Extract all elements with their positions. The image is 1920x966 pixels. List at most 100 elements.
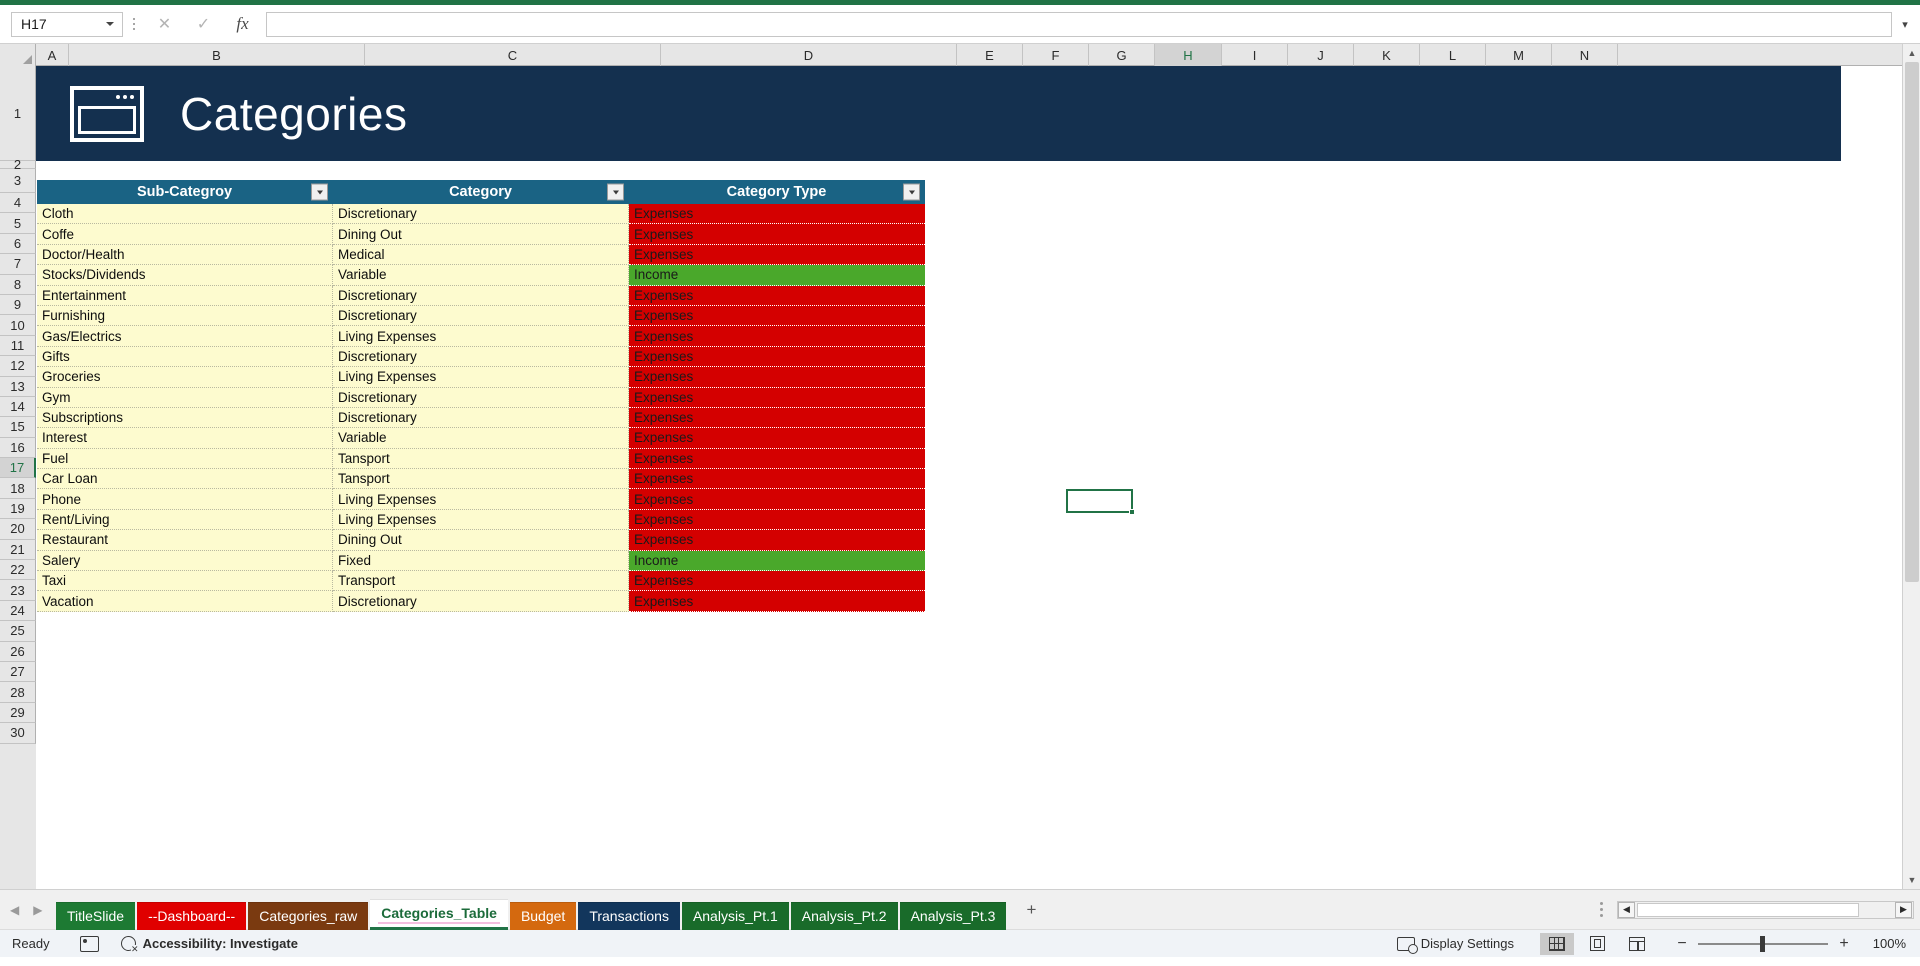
row-header-11[interactable]: 11 <box>0 335 36 357</box>
sub-category-cell[interactable]: Entertainment <box>37 285 333 306</box>
name-box[interactable]: H17 <box>11 11 123 37</box>
column-header-n[interactable]: N <box>1552 44 1618 66</box>
sub-category-cell[interactable]: Phone <box>37 489 333 510</box>
category-cell[interactable]: Tansport <box>333 448 629 470</box>
row-header-1[interactable]: 1 <box>0 66 36 161</box>
row-header-20[interactable]: 20 <box>0 519 36 540</box>
row-header-8[interactable]: 8 <box>0 274 36 295</box>
column-header-j[interactable]: J <box>1288 44 1354 66</box>
category-type-cell[interactable]: Income <box>629 550 925 572</box>
column-header-b[interactable]: B <box>69 44 365 66</box>
sub-category-cell[interactable]: Salery <box>37 550 333 572</box>
category-type-cell[interactable]: Expenses <box>629 530 925 551</box>
category-type-cell[interactable]: Expenses <box>629 407 925 429</box>
category-cell[interactable]: Dining Out <box>333 530 629 551</box>
row-header-30[interactable]: 30 <box>0 723 36 744</box>
row-header-22[interactable]: 22 <box>0 560 36 581</box>
column-header-g[interactable]: G <box>1089 44 1155 66</box>
sub-category-cell[interactable]: Interest <box>37 428 333 449</box>
column-header-m[interactable]: M <box>1486 44 1552 66</box>
sheet-tab-analysis-pt-2[interactable]: Analysis_Pt.2 <box>790 901 898 930</box>
table-row[interactable]: Groceries Living Expenses Expenses <box>37 367 925 388</box>
horizontal-scroll-thumb[interactable] <box>1637 902 1859 917</box>
sheet-tab-categories-raw[interactable]: Categories_raw <box>248 901 369 930</box>
row-header-7[interactable]: 7 <box>0 254 36 275</box>
sub-category-cell[interactable]: Coffe <box>37 224 333 245</box>
table-row[interactable]: Phone Living Expenses Expenses <box>37 489 925 510</box>
category-type-cell[interactable]: Income <box>629 265 925 286</box>
category-cell[interactable]: Tansport <box>333 469 629 490</box>
sub-category-cell[interactable]: Vacation <box>37 591 333 612</box>
tab-resize-handle[interactable] <box>1600 902 1603 917</box>
table-row[interactable]: Fuel Tansport Expenses <box>37 448 925 470</box>
sheet-tab-budget[interactable]: Budget <box>509 901 577 930</box>
page-layout-view-button[interactable] <box>1580 933 1614 955</box>
category-type-cell[interactable]: Expenses <box>629 326 925 347</box>
row-header-26[interactable]: 26 <box>0 641 36 662</box>
table-row[interactable]: Car Loan Tansport Expenses <box>37 469 925 490</box>
zoom-out-button[interactable]: − <box>1676 935 1688 953</box>
category-type-cell[interactable]: Expenses <box>629 428 925 449</box>
sheet-tab-titleslide[interactable]: TitleSlide <box>56 901 136 930</box>
sub-category-cell[interactable]: Car Loan <box>37 469 333 490</box>
category-type-cell[interactable]: Expenses <box>629 509 925 531</box>
sub-category-cell[interactable]: Doctor/Health <box>37 244 333 266</box>
add-sheet-button[interactable]: + <box>1016 896 1046 924</box>
filter-dropdown-icon[interactable] <box>903 183 920 201</box>
category-type-cell[interactable]: Expenses <box>629 387 925 408</box>
category-cell[interactable]: Living Expenses <box>333 326 629 347</box>
sub-category-cell[interactable]: Cloth <box>37 204 333 225</box>
formula-input[interactable] <box>266 11 1892 37</box>
sub-category-cell[interactable]: Gas/Electrics <box>37 326 333 347</box>
scroll-up-icon[interactable]: ▲ <box>1903 44 1920 62</box>
category-cell[interactable]: Discretionary <box>333 346 629 368</box>
row-header-4[interactable]: 4 <box>0 193 36 214</box>
row-header-5[interactable]: 5 <box>0 213 36 234</box>
chevron-down-icon[interactable] <box>106 22 114 26</box>
table-row[interactable]: Cloth Discretionary Expenses <box>37 204 925 225</box>
category-type-cell[interactable]: Expenses <box>629 305 925 327</box>
row-header-2[interactable]: 2 <box>0 157 36 172</box>
category-type-cell[interactable]: Expenses <box>629 448 925 470</box>
zoom-slider-thumb[interactable] <box>1760 935 1765 952</box>
category-cell[interactable]: Discretionary <box>333 204 629 225</box>
category-cell[interactable]: Discretionary <box>333 285 629 306</box>
sheet-tab-categories-table[interactable]: Categories_Table <box>370 898 508 930</box>
page-break-view-button[interactable] <box>1620 933 1654 955</box>
category-type-cell[interactable]: Expenses <box>629 489 925 510</box>
sub-category-cell[interactable]: Gym <box>37 387 333 408</box>
table-header-2[interactable]: Category <box>333 180 629 204</box>
row-header-27[interactable]: 27 <box>0 661 36 683</box>
category-type-cell[interactable]: Expenses <box>629 346 925 368</box>
table-row[interactable]: Salery Fixed Income <box>37 550 925 572</box>
filter-dropdown-icon[interactable] <box>607 183 624 201</box>
formula-bar-overflow-icon[interactable] <box>123 12 145 37</box>
column-header-f[interactable]: F <box>1023 44 1089 66</box>
table-row[interactable]: Taxi Transport Expenses <box>37 571 925 592</box>
category-cell[interactable]: Fixed <box>333 550 629 572</box>
row-header-6[interactable]: 6 <box>0 233 36 255</box>
sheet-tab-dashboard[interactable]: --Dashboard-- <box>137 901 247 930</box>
row-header-14[interactable]: 14 <box>0 396 36 418</box>
table-row[interactable]: Gym Discretionary Expenses <box>37 387 925 408</box>
row-header-25[interactable]: 25 <box>0 621 36 642</box>
scroll-left-icon[interactable]: ◀ <box>1618 901 1635 918</box>
table-row[interactable]: Gifts Discretionary Expenses <box>37 346 925 368</box>
category-type-cell[interactable]: Expenses <box>629 591 925 612</box>
category-cell[interactable]: Discretionary <box>333 305 629 327</box>
table-header-1[interactable]: Sub-Categroy <box>37 180 333 204</box>
filter-dropdown-icon[interactable] <box>311 183 328 201</box>
row-header-28[interactable]: 28 <box>0 682 36 703</box>
row-header-9[interactable]: 9 <box>0 294 36 316</box>
category-cell[interactable]: Variable <box>333 265 629 286</box>
row-header-16[interactable]: 16 <box>0 437 36 459</box>
sub-category-cell[interactable]: Groceries <box>37 367 333 388</box>
category-cell[interactable]: Medical <box>333 244 629 266</box>
row-header-13[interactable]: 13 <box>0 376 36 397</box>
table-row[interactable]: Subscriptions Discretionary Expenses <box>37 407 925 429</box>
sub-category-cell[interactable]: Subscriptions <box>37 407 333 429</box>
sheet-canvas[interactable]: Categories Sub-Categroy Category Category … <box>36 66 1902 889</box>
table-row[interactable]: Rent/Living Living Expenses Expenses <box>37 509 925 531</box>
table-row[interactable]: Restaurant Dining Out Expenses <box>37 530 925 551</box>
category-cell[interactable]: Discretionary <box>333 591 629 612</box>
